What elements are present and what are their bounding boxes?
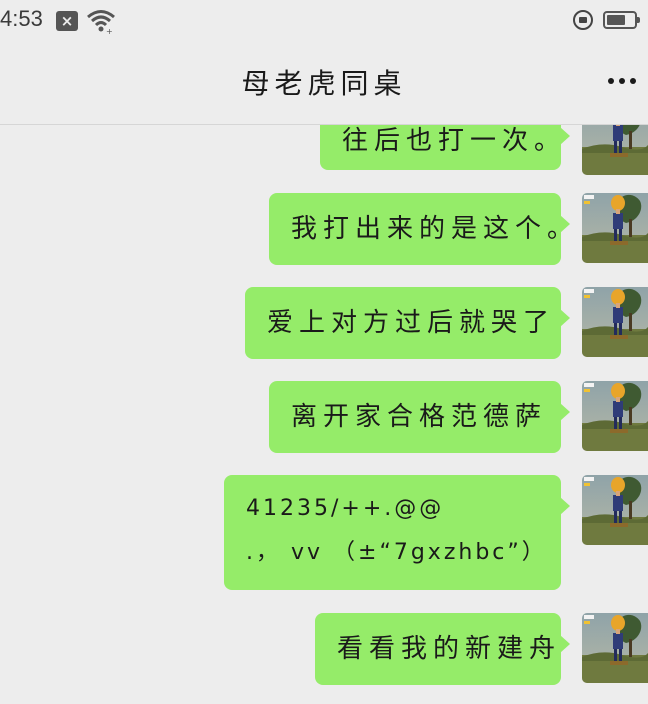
avatar[interactable]	[582, 125, 648, 175]
message-bubble[interactable]: 爱上对方过后就哭了	[245, 287, 570, 359]
message-text: 看看我的新建舟	[337, 634, 562, 664]
avatar[interactable]	[582, 381, 648, 451]
notification-x-icon: ×	[56, 11, 78, 31]
wifi-icon: +	[87, 10, 115, 34]
message-row: 我打出来的是这个。	[0, 193, 648, 273]
status-bar: 4:53 × +	[0, 0, 648, 42]
avatar[interactable]	[582, 475, 648, 545]
message-row: 离开家合格范德萨	[0, 381, 648, 461]
message-text: 离开家合格范德萨	[291, 402, 548, 432]
message-row: 看看我的新建舟	[0, 613, 648, 693]
avatar[interactable]	[582, 287, 648, 357]
message-text: 41235/++.@@	[246, 496, 445, 521]
message-list[interactable]: 往后也打一次。 我打出来的是这个。 爱上对方过后就哭了 离开家合格范德萨 412…	[0, 125, 648, 704]
status-time: 4:53	[0, 6, 43, 31]
chat-header: 母老虎同桌	[0, 42, 648, 125]
message-text: 我打出来的是这个。	[291, 214, 580, 244]
message-row: 爱上对方过后就哭了	[0, 287, 648, 367]
message-bubble[interactable]: 离开家合格范德萨	[269, 381, 570, 453]
message-row: 往后也打一次。	[0, 125, 648, 195]
battery-icon	[603, 11, 640, 29]
message-text: 往后也打一次。	[342, 126, 567, 156]
message-bubble[interactable]: 看看我的新建舟	[315, 613, 570, 685]
message-bubble[interactable]: 我打出来的是这个。	[269, 193, 580, 265]
more-dots-icon[interactable]	[606, 78, 638, 86]
message-row: 41235/++.@@ .， vv （±“7gxzhbc”）	[0, 475, 648, 595]
rotation-lock-icon	[573, 10, 593, 30]
chat-title: 母老虎同桌	[241, 67, 407, 100]
message-text: .， vv （±“7gxzhbc”）	[246, 540, 547, 565]
message-text: 爱上对方过后就哭了	[267, 308, 556, 338]
message-bubble[interactable]: 往后也打一次。	[320, 125, 570, 170]
svg-text:+: +	[106, 27, 113, 34]
avatar[interactable]	[582, 613, 648, 683]
message-bubble[interactable]: 41235/++.@@ .， vv （±“7gxzhbc”）	[224, 475, 570, 590]
avatar[interactable]	[582, 193, 648, 263]
